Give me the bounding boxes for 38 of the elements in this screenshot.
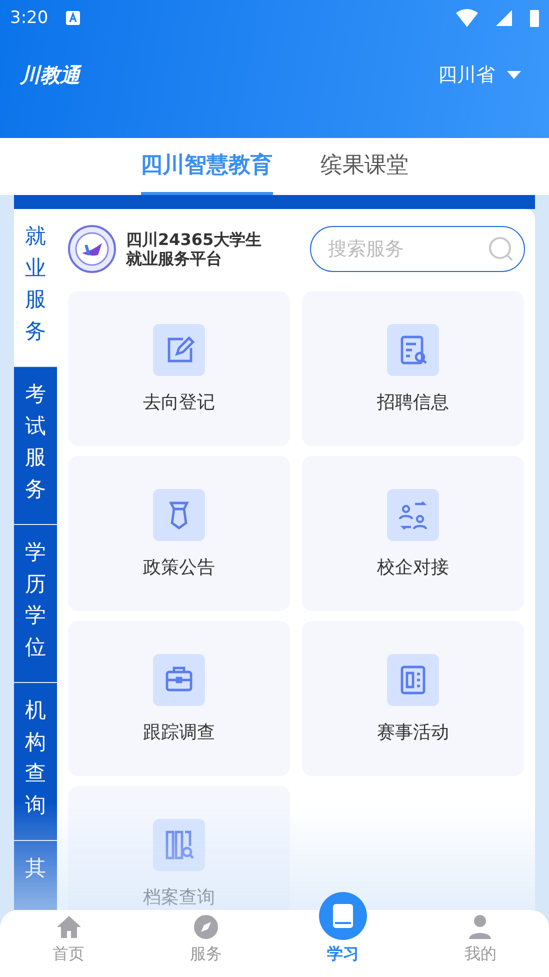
platform-emblem-icon: [68, 225, 116, 273]
archive-icon: [153, 818, 205, 870]
exchange-icon: [387, 488, 439, 540]
edit-icon: [153, 324, 205, 376]
service-label: 去向登记: [143, 390, 215, 414]
search-field[interactable]: 搜索服务: [310, 226, 525, 272]
app-logo: 川教通: [20, 62, 80, 88]
service-label: 校企对接: [377, 556, 449, 578]
briefcase-icon: [153, 654, 205, 706]
service-tile[interactable]: 招聘信息: [302, 291, 524, 446]
nav-item[interactable]: 学习: [319, 892, 368, 977]
keyboard-icon: [66, 11, 80, 25]
service-tile[interactable]: 赛事活动: [302, 621, 524, 776]
tab[interactable]: 缤果课堂: [320, 138, 408, 195]
service-label: 招聘信息: [377, 390, 449, 414]
service-tile[interactable]: 校企对接: [302, 456, 524, 611]
board-icon: [387, 654, 439, 706]
tie-icon: [153, 488, 205, 540]
service-tile[interactable]: 去向登记: [68, 291, 290, 446]
service-tile[interactable]: 政策公告: [68, 456, 290, 611]
service-tile[interactable]: 跟踪调查: [68, 621, 290, 776]
user-icon: [468, 914, 492, 940]
platform-title: 四川24365大学生就业服务平台: [126, 230, 263, 268]
status-time: 3:20: [10, 8, 48, 28]
search-icon: [488, 236, 514, 262]
home-icon: [54, 914, 83, 940]
service-label: 档案查询: [143, 886, 215, 908]
battery-icon: [530, 10, 539, 26]
document-icon: [387, 324, 439, 376]
compass-icon: [192, 914, 219, 940]
search-input[interactable]: 搜索服务: [326, 237, 488, 261]
sidebar-item[interactable]: 就业服务: [14, 209, 57, 367]
signal-icon: [496, 10, 512, 26]
service-label: 跟踪调查: [143, 720, 215, 744]
caret-icon: [507, 71, 521, 79]
wifi-icon: [456, 9, 478, 27]
service-label: 赛事活动: [377, 720, 449, 744]
service-label: 政策公告: [143, 556, 215, 578]
